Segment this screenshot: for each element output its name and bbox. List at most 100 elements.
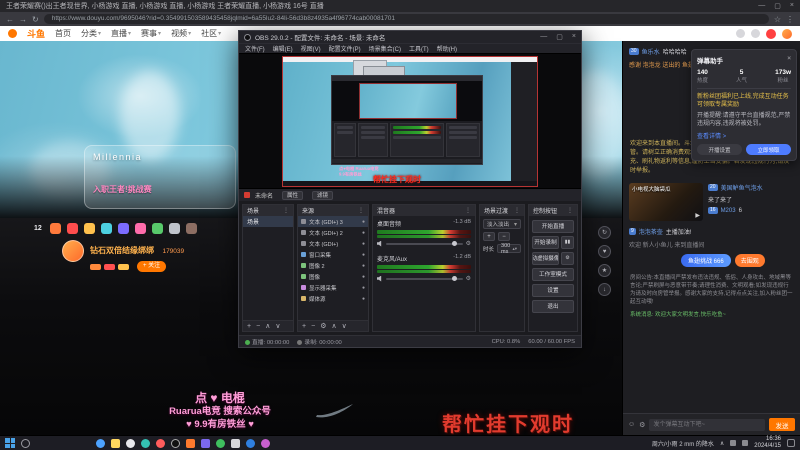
nav-item-home[interactable]: 首页 <box>55 28 71 39</box>
window-close-button[interactable]: × <box>790 2 794 10</box>
taskbar-app-icon[interactable] <box>246 438 255 448</box>
source-item[interactable]: 图像 2 ● <box>298 260 368 271</box>
visibility-eye-icon[interactable]: ● <box>362 263 365 269</box>
search-icon[interactable] <box>21 438 30 448</box>
nav-redpacket-icon[interactable] <box>766 28 776 39</box>
visibility-eye-icon[interactable]: ● <box>362 230 365 236</box>
channel-icon[interactable] <box>83 223 95 234</box>
download-fab-icon[interactable]: ↓ <box>598 283 611 296</box>
source-properties-icon[interactable]: ⚙ <box>320 322 326 330</box>
streamer-name[interactable]: 钻石双倍结缘绑绑 <box>90 246 154 255</box>
filters-button[interactable]: 滤镜 <box>312 190 334 200</box>
visibility-eye-icon[interactable]: ● <box>362 252 365 258</box>
channel-icon[interactable] <box>151 223 163 234</box>
scene-down-icon[interactable]: ∨ <box>275 322 280 330</box>
source-item[interactable]: 显示器采集 ● <box>298 282 368 293</box>
vote-pill[interactable]: 鱼翅挑战 666 <box>681 254 731 267</box>
helper-claim-button[interactable]: 立即领取 <box>746 144 791 155</box>
visibility-eye-icon[interactable]: ● <box>362 296 365 302</box>
duration-spinbox[interactable]: 300 ms ▴▾ <box>497 243 521 255</box>
source-item[interactable]: 图像 ● <box>298 271 368 282</box>
obs-titlebar[interactable]: OBS 29.0.2 - 配置文件: 未命名 - 场景: 未命名 — ▢ × <box>239 31 581 43</box>
add-transition-button[interactable]: + <box>483 232 495 241</box>
like-fab-icon[interactable]: ♥ <box>598 245 611 258</box>
window-maximize-button[interactable]: ▢ <box>774 2 781 10</box>
bookmark-star-icon[interactable]: ☆ <box>774 15 781 24</box>
properties-button[interactable]: 属性 <box>282 190 304 200</box>
window-minimize-button[interactable]: — <box>758 2 765 10</box>
nav-history-icon[interactable] <box>751 29 760 38</box>
taskbar-app-icon[interactable] <box>156 438 165 448</box>
video-thumbnail-card[interactable]: 小电视大脑袋瓜 ▶ <box>629 183 703 221</box>
nav-item-esports[interactable]: 赛事 ▾ <box>141 28 161 39</box>
dock-menu-icon[interactable]: ⋮ <box>514 207 520 214</box>
nav-item-categories[interactable]: 分类 ▾ <box>81 28 101 39</box>
start-recording-button[interactable]: 开始录制 <box>532 235 559 249</box>
speaker-icon[interactable] <box>377 240 382 247</box>
taskbar-app-icon[interactable] <box>96 438 105 448</box>
visibility-eye-icon[interactable]: ● <box>362 285 365 291</box>
source-item[interactable]: 媒体源 ● <box>298 293 368 304</box>
source-item[interactable]: 窗口采集 ● <box>298 249 368 260</box>
nav-message-icon[interactable] <box>736 29 745 38</box>
douyu-logo-icon[interactable] <box>8 29 17 38</box>
menu-edit[interactable]: 编辑(E) <box>273 44 293 53</box>
taskbar-app-icon[interactable] <box>126 438 135 448</box>
address-bar[interactable]: https://www.douyu.com/9695046?rid=0.3549… <box>43 14 769 24</box>
back-icon[interactable]: ← <box>6 15 14 24</box>
browser-tab-title[interactable]: 王者荣耀赛()出王者现世界, 小杨游戏 直播, 小杨游戏 直播, 小杨游戏 王者… <box>6 1 324 11</box>
tray-expand-icon[interactable]: ∧ <box>720 440 724 447</box>
speaker-icon[interactable] <box>377 275 382 282</box>
obs-maximize-button[interactable]: ▢ <box>556 33 563 41</box>
channel-icon[interactable] <box>66 223 78 234</box>
pause-recording-icon[interactable]: ▮▮ <box>561 235 574 249</box>
transition-select[interactable]: 淡入淡出 ▾ <box>483 219 521 229</box>
browser-menu-icon[interactable]: ⋮ <box>786 15 794 24</box>
refresh-fab-icon[interactable]: ↻ <box>598 226 611 239</box>
channel-icon[interactable] <box>168 223 180 234</box>
taskbar-douyu-icon[interactable] <box>186 438 195 448</box>
scene-tab-label[interactable]: 未命名 <box>255 191 273 200</box>
scene-item[interactable]: 场景 <box>243 216 293 227</box>
menu-view[interactable]: 视图(V) <box>301 44 321 53</box>
user-avatar[interactable] <box>782 28 792 39</box>
helper-settings-button[interactable]: 开播设置 <box>697 144 742 155</box>
source-item[interactable]: 文本 (GDI+) 2 ● <box>298 227 368 238</box>
taskbar-folder-icon[interactable] <box>111 438 120 448</box>
source-item[interactable]: 文本 (GDI+) 3 ● <box>298 216 368 227</box>
douyu-logo-text[interactable]: 斗鱼 <box>27 27 45 40</box>
remove-transition-button[interactable]: − <box>498 232 510 241</box>
dock-menu-icon[interactable]: ⋮ <box>283 207 289 214</box>
visibility-eye-icon[interactable]: ● <box>362 274 365 280</box>
taskbar-obs-icon[interactable] <box>171 438 180 448</box>
source-up-icon[interactable]: ∧ <box>331 322 336 330</box>
volume-slider[interactable] <box>386 275 463 281</box>
remove-source-icon[interactable]: − <box>311 323 315 330</box>
taskbar-app-icon[interactable] <box>261 438 270 448</box>
clock[interactable]: 16:36 2024/4/15 <box>754 436 781 450</box>
streamer-avatar[interactable] <box>62 240 84 262</box>
obs-minimize-button[interactable]: — <box>540 33 547 41</box>
weather-widget[interactable]: 周六/小雨 2 mm 的降水 <box>652 439 714 448</box>
menu-file[interactable]: 文件(F) <box>245 44 265 53</box>
studio-mode-button[interactable]: 工作室模式 <box>532 267 574 281</box>
menu-profile[interactable]: 配置文件(P) <box>329 44 361 53</box>
dock-menu-icon[interactable]: ⋮ <box>358 207 364 214</box>
volume-slider[interactable] <box>386 240 463 246</box>
scene-up-icon[interactable]: ∧ <box>265 322 270 330</box>
menu-tools[interactable]: 工具(T) <box>409 44 429 53</box>
banner-card[interactable]: Millennia 入职王者!挑战赛 <box>84 145 236 209</box>
favorite-fab-icon[interactable]: ★ <box>598 264 611 277</box>
add-source-icon[interactable]: + <box>302 323 306 330</box>
vote-action-button[interactable]: 去围观 <box>734 254 765 267</box>
start-streaming-button[interactable]: 开始直播 <box>532 219 574 233</box>
visibility-eye-icon[interactable]: ● <box>362 219 365 225</box>
start-button[interactable] <box>5 438 15 448</box>
chat-settings-icon[interactable]: ⚙ <box>639 421 645 429</box>
vcam-settings-gear-icon[interactable]: ⚙ <box>561 251 574 265</box>
follow-button[interactable]: + 关注 <box>137 261 167 272</box>
source-down-icon[interactable]: ∨ <box>342 322 347 330</box>
reload-icon[interactable]: ↻ <box>32 15 39 24</box>
obs-preview[interactable]: 点♥电棍 Ruarua电竞 9.9有房铁丝 帮忙挂下观时 <box>239 53 581 189</box>
exit-button[interactable]: 退出 <box>532 299 574 313</box>
